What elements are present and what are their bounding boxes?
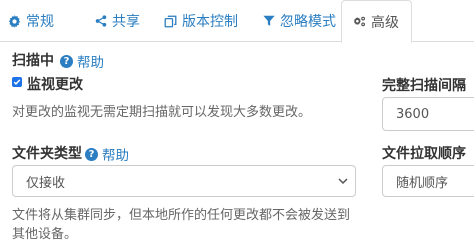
select-value: 随机顺序 <box>396 175 449 191</box>
folder-type-description-line1: 文件将从集群同步，但本地所作的任何更改都不会被发送到 <box>12 208 351 223</box>
folder-type-description-line2: 其他设备。 <box>12 227 78 242</box>
cogs-icon <box>353 15 366 28</box>
folder-type-help-link[interactable]: ? 帮助 <box>85 144 129 164</box>
chevron-down-icon <box>338 178 348 185</box>
tab-general[interactable]: 常规 <box>8 0 54 42</box>
scanning-label: 扫描中 <box>12 53 54 69</box>
tab-label: 版本控制 <box>182 14 238 30</box>
filter-icon <box>262 15 275 28</box>
tab-label: 常规 <box>26 14 54 30</box>
folder-type-select[interactable]: 仅接收 <box>12 165 356 197</box>
share-icon <box>94 15 107 28</box>
pull-order-select[interactable]: 随机顺序 <box>382 165 474 197</box>
tab-label: 共享 <box>112 14 140 30</box>
help-label: 帮助 <box>102 148 129 164</box>
pull-order-label: 文件拉取顺序 <box>382 146 466 162</box>
folder-type-label: 文件夹类型 <box>12 146 82 162</box>
gear-icon <box>8 14 21 28</box>
tab-versioning[interactable]: 版本控制 <box>164 0 238 42</box>
question-circle-icon: ? <box>85 147 98 161</box>
help-label: 帮助 <box>77 55 104 71</box>
tab-label: 高级 <box>371 14 399 31</box>
scanning-help-link[interactable]: ? 帮助 <box>60 51 104 71</box>
full-rescan-interval-input[interactable]: 3600 <box>382 97 474 131</box>
watch-changes-checkbox[interactable] <box>12 77 22 87</box>
tab-label: 忽略模式 <box>280 14 336 30</box>
watch-changes-label[interactable]: 监视更改 <box>27 74 83 94</box>
question-circle-icon: ? <box>60 54 73 68</box>
tab-bar: 常规 共享 版本控制 忽略模式 高级 <box>0 0 474 43</box>
tab-sharing[interactable]: 共享 <box>94 0 140 42</box>
full-rescan-label: 完整扫描间隔（ <box>382 78 474 94</box>
select-value: 仅接收 <box>26 175 66 191</box>
tab-ignore-patterns[interactable]: 忽略模式 <box>262 0 336 42</box>
copy-icon <box>164 15 177 28</box>
tab-advanced[interactable]: 高级 <box>341 0 412 43</box>
check-icon <box>13 79 21 85</box>
input-value: 3600 <box>396 106 430 122</box>
watch-changes-description: 对更改的监视无需定期扫描就可以发现大多数更改。 <box>12 105 312 120</box>
